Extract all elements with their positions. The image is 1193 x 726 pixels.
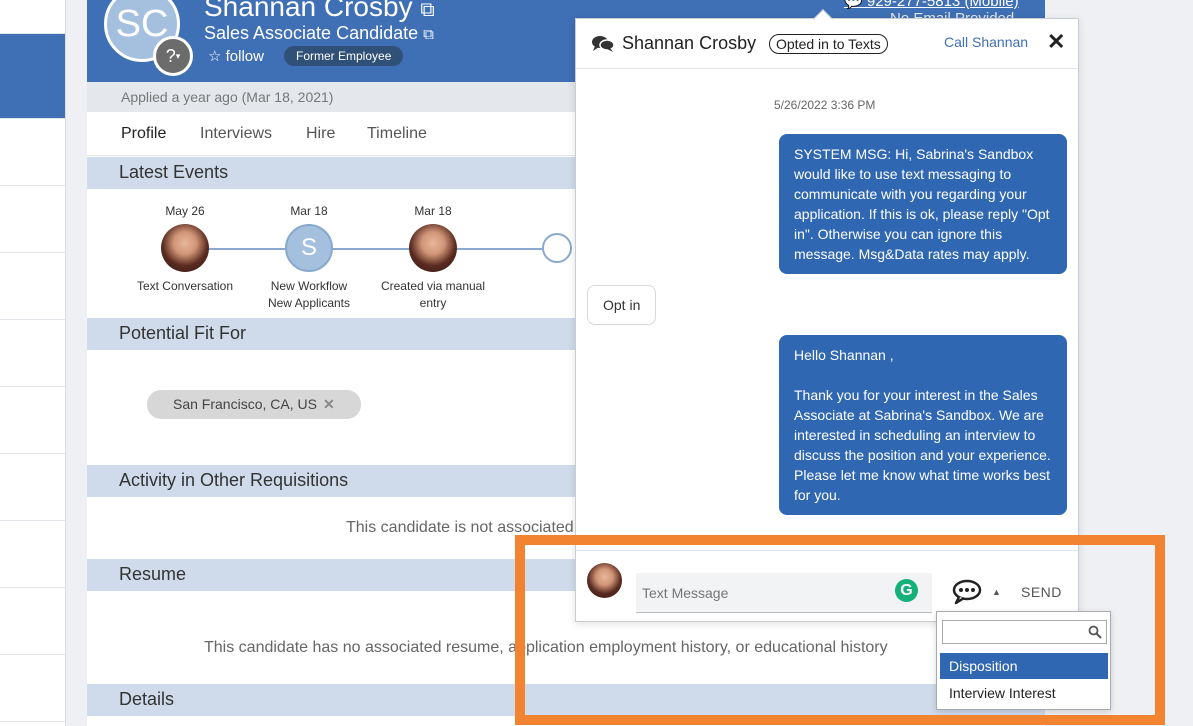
grammarly-icon[interactable]: G xyxy=(895,579,918,602)
timeline-event[interactable]: Mar 18 S New Workflow New Applicants xyxy=(239,204,379,312)
sidebar-item[interactable] xyxy=(0,521,65,588)
sidebar-item[interactable] xyxy=(0,655,65,722)
event-avatar xyxy=(409,224,457,272)
sidebar-item[interactable] xyxy=(0,186,65,253)
avatar-status-label: ? xyxy=(165,45,176,66)
tab-interviews[interactable]: Interviews xyxy=(200,125,272,143)
message-timestamp: 5/26/2022 3:36 PM xyxy=(774,98,876,112)
follow-label: follow xyxy=(225,48,264,65)
external-link-icon[interactable]: ⧉ xyxy=(423,26,434,43)
conversation-icon xyxy=(592,36,614,52)
sidebar-item-active[interactable] xyxy=(0,34,65,119)
dropdown-option-disposition[interactable]: Disposition xyxy=(940,653,1108,679)
phone-number: 929-277-5813 (Mobile) xyxy=(866,0,1019,10)
candidate-name[interactable]: Shannan Crosby ⧉ xyxy=(204,0,435,23)
event-label: Created via manual entry xyxy=(380,279,486,310)
event-label: New Workflow New Applicants xyxy=(267,279,351,310)
sidebar-item[interactable] xyxy=(0,253,65,320)
chat-icon: 💬 xyxy=(844,0,863,10)
sidebar-item[interactable] xyxy=(0,0,65,34)
candidate-name-text: Shannan Crosby xyxy=(204,0,413,22)
resume-note: This candidate has no associated resume,… xyxy=(204,639,888,656)
tab-hire[interactable]: Hire xyxy=(306,125,335,143)
tab-profile[interactable]: Profile xyxy=(121,125,166,143)
sidebar-item[interactable] xyxy=(0,320,65,387)
star-icon: ☆ xyxy=(208,48,222,65)
event-avatar xyxy=(161,224,209,272)
follow-button[interactable]: ☆ follow xyxy=(208,47,264,65)
sidebar-item[interactable] xyxy=(0,454,65,521)
chip-label: San Francisco, CA, US xyxy=(173,396,317,412)
event-date: May 26 xyxy=(165,204,205,218)
event-date: Mar 18 xyxy=(414,204,452,218)
sidebar-item[interactable] xyxy=(0,387,65,454)
event-date: Mar 18 xyxy=(290,204,328,218)
template-dropdown: Disposition Interview Interest xyxy=(936,611,1111,710)
event-label: Text Conversation xyxy=(136,279,234,293)
timeline-event[interactable]: May 26 Text Conversation xyxy=(115,204,255,295)
sidebar-item[interactable] xyxy=(0,119,65,186)
template-search-input[interactable] xyxy=(942,620,1107,644)
message-bubble-outgoing: Hello Shannan , Thank you for your inter… xyxy=(779,335,1067,515)
chat-title: Shannan Crosby xyxy=(622,33,757,53)
sidebar-item[interactable] xyxy=(0,588,65,655)
candidate-role-text: Sales Associate Candidate xyxy=(204,23,419,43)
status-badge: Former Employee xyxy=(284,46,404,66)
location-chip[interactable]: San Francisco, CA, US ✕ xyxy=(147,390,361,419)
template-icon[interactable] xyxy=(952,579,982,605)
opt-in-badge: Opted in to Texts xyxy=(769,34,888,54)
remove-icon[interactable]: ✕ xyxy=(323,396,335,412)
message-bubble-outgoing: SYSTEM MSG: Hi, Sabrina's Sandbox would … xyxy=(779,134,1067,274)
search-icon xyxy=(1088,625,1102,639)
section-details: Details xyxy=(87,684,1045,716)
avatar-status-badge[interactable]: ? ▾ xyxy=(153,36,193,76)
phone-link[interactable]: 💬 929-277-5813 (Mobile) xyxy=(844,0,1019,10)
chat-header: Shannan Crosby Opted in to Texts Call Sh… xyxy=(576,19,1078,69)
sender-avatar xyxy=(587,563,622,598)
caret-up-icon[interactable]: ▲ xyxy=(992,587,1001,597)
text-message-input[interactable] xyxy=(636,573,932,613)
candidate-role[interactable]: Sales Associate Candidate ⧉ xyxy=(204,23,434,44)
event-avatar: S xyxy=(285,224,333,272)
external-link-icon[interactable]: ⧉ xyxy=(420,0,434,21)
call-link[interactable]: Call Shannan xyxy=(944,34,1028,50)
close-icon[interactable]: ✕ xyxy=(1047,29,1065,55)
text-chat-panel: Shannan Crosby Opted in to Texts Call Sh… xyxy=(575,9,1079,622)
tab-timeline[interactable]: Timeline xyxy=(367,125,427,143)
timeline-next-node[interactable] xyxy=(542,233,572,263)
timeline-event[interactable]: Mar 18 Created via manual entry xyxy=(363,204,503,312)
send-button[interactable]: SEND xyxy=(1021,584,1062,600)
message-bubble-incoming: Opt in xyxy=(587,285,657,325)
activity-note: This candidate is not associated xyxy=(346,519,574,536)
left-sidebar xyxy=(0,0,66,726)
caret-icon: ▾ xyxy=(175,50,181,61)
dropdown-option-interview-interest[interactable]: Interview Interest xyxy=(940,680,1108,706)
